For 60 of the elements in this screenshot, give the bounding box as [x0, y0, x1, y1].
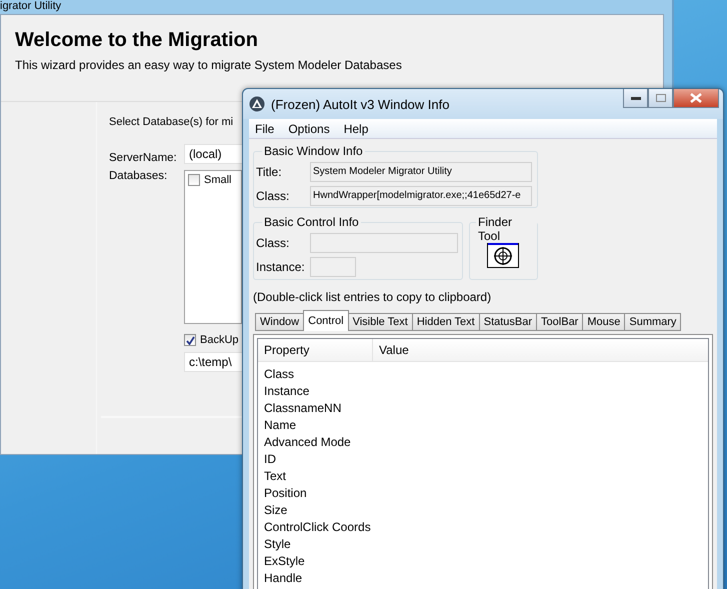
- tab[interactable]: StatusBar: [478, 313, 538, 331]
- list-item[interactable]: ExStyle: [258, 552, 708, 569]
- list-item[interactable]: Class: [258, 365, 708, 382]
- tab[interactable]: Window: [255, 313, 304, 331]
- tab[interactable]: Visible Text: [348, 313, 413, 331]
- tab[interactable]: Summary: [624, 313, 682, 331]
- list-item[interactable]: Advanced Mode: [258, 433, 708, 450]
- readonly-field[interactable]: [310, 257, 356, 277]
- menu-item[interactable]: Options: [282, 119, 336, 138]
- wizard-heading: Welcome to the Migration: [15, 29, 259, 52]
- minimize-button[interactable]: [623, 89, 648, 108]
- checkbox-label: BackUp: [200, 334, 239, 346]
- database-list[interactable]: Small: [184, 170, 242, 324]
- menu-item[interactable]: File: [249, 119, 280, 138]
- field-label: ServerName:: [109, 152, 178, 164]
- list-item[interactable]: Instance: [258, 382, 708, 399]
- list-item[interactable]: Handle: [258, 569, 708, 586]
- field-label: Class:: [256, 236, 290, 250]
- window-title: igrator Utility: [0, 0, 62, 12]
- app-logo-icon: [249, 96, 265, 112]
- column-header[interactable]: Property: [258, 339, 373, 361]
- tab[interactable]: Control: [303, 310, 349, 331]
- hint-text: (Double-click list entries to copy to clipboard): [253, 290, 492, 304]
- maximize-button[interactable]: [648, 89, 673, 108]
- checkbox[interactable]: [184, 334, 196, 346]
- window-title: (Frozen) AutoIt v3 Window Info: [271, 96, 450, 112]
- database-name: Small: [204, 174, 232, 186]
- maximize-icon: [656, 94, 666, 102]
- list-item[interactable]: ClassnameNN: [258, 399, 708, 416]
- list-item[interactable]: Position: [258, 484, 708, 501]
- close-icon: [690, 93, 702, 103]
- prompt-text: Select Database(s) for mi: [109, 116, 234, 128]
- checkbox[interactable]: [188, 174, 200, 186]
- field-label: Title:: [256, 165, 283, 179]
- group-title: Basic Window Info: [262, 144, 365, 158]
- minimize-icon: [630, 96, 640, 100]
- tab[interactable]: Hidden Text: [412, 313, 480, 331]
- list-item[interactable]: ID: [258, 450, 708, 467]
- readonly-field[interactable]: HwndWrapper[modelmigrator.exe;;41e65d27-e: [310, 186, 532, 206]
- tab[interactable]: Mouse: [582, 313, 626, 331]
- group-title: Basic Control Info: [262, 215, 361, 229]
- tab[interactable]: ToolBar: [536, 313, 584, 331]
- wizard-subtitle: This wizard provides an easy way to migrate System Modeler Databases: [15, 58, 403, 72]
- backup-path-field[interactable]: c:\temp\: [184, 352, 244, 372]
- list-item[interactable]: Style: [258, 535, 708, 552]
- readonly-field[interactable]: System Modeler Migrator Utility: [310, 162, 532, 182]
- list-item[interactable]: Text: [258, 467, 708, 484]
- list-item[interactable]: ControlClick Coords: [258, 518, 708, 535]
- menu-item[interactable]: Help: [338, 119, 374, 138]
- field-label: Instance:: [256, 260, 306, 274]
- field-label: Class:: [256, 189, 290, 203]
- finder-tool-icon[interactable]: [486, 240, 518, 268]
- readonly-field[interactable]: [310, 233, 458, 253]
- column-header[interactable]: Value: [373, 339, 708, 361]
- list-item[interactable]: Size: [258, 501, 708, 518]
- list-item[interactable]: Name: [258, 416, 708, 433]
- close-button[interactable]: [673, 89, 719, 108]
- group-title: Finder Tool: [476, 215, 537, 243]
- field-label: Databases:: [109, 170, 168, 182]
- server-field[interactable]: (local): [184, 144, 244, 164]
